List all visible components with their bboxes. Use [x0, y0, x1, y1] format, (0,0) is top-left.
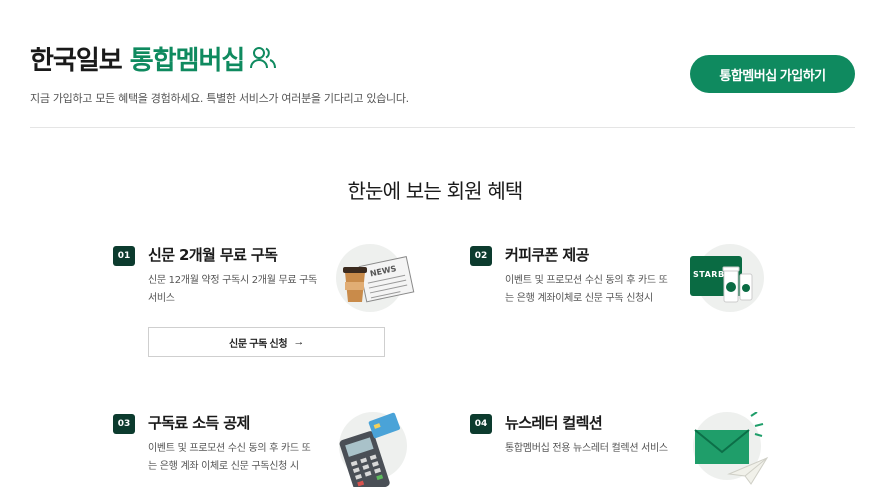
brand-name: 한국일보: [30, 45, 123, 76]
join-membership-button[interactable]: 통합멤버십 가입하기: [690, 55, 855, 93]
benefit-title: 신문 2개월 무료 구독: [148, 246, 278, 264]
users-icon: [249, 44, 277, 72]
benefit-description: 통합멤버십 전용 뉴스레터 컬렉션 서비스: [505, 443, 668, 454]
page-header: 한국일보 통합멤버십 지금 가입하고 모든 혜택을 경험하세요. 특별한 서비스…: [30, 40, 855, 105]
subscribe-label: 신문 구독 신청: [228, 338, 288, 350]
benefit-description: 신문 12개월 약정 구독시 2개월 무료 구독 서비스: [148, 275, 317, 304]
card-terminal-icon: [331, 412, 411, 487]
membership-title: 통합멤버십: [129, 45, 246, 76]
benefit-title: 뉴스레터 컬렉션: [505, 414, 603, 432]
section-title: 한눈에 보는 회원 혜택: [347, 179, 523, 203]
benefit-description: 이벤트 및 프로모션 수신 동의 후 카드 또는 은행 계좌이체로 신문 구독 …: [505, 275, 668, 304]
benefit-description: 이벤트 및 프로모션 수신 동의 후 카드 또는 은행 계좌 이체로 신문 구독…: [148, 443, 311, 472]
starbucks-coupon-icon: STARBU: [688, 244, 768, 316]
newspaper-coffee-icon: NEWS: [328, 244, 415, 316]
envelope-paperplane-icon: [685, 412, 769, 485]
benefit-number: 02: [470, 246, 492, 266]
arrow-right-icon: →: [293, 336, 305, 348]
benefit-title: 구독료 소득 공제: [148, 414, 250, 432]
page-subtitle: 지금 가입하고 모든 혜택을 경험하세요. 특별한 서비스가 여러분을 기다리고…: [30, 92, 409, 105]
divider: [30, 127, 855, 128]
benefit-number: 01: [113, 246, 135, 266]
benefit-number: 04: [470, 414, 492, 434]
benefit-title: 커피쿠폰 제공: [505, 246, 589, 264]
newspaper-subscribe-button[interactable]: 신문 구독 신청 →: [148, 327, 385, 357]
benefit-number: 03: [113, 414, 135, 434]
